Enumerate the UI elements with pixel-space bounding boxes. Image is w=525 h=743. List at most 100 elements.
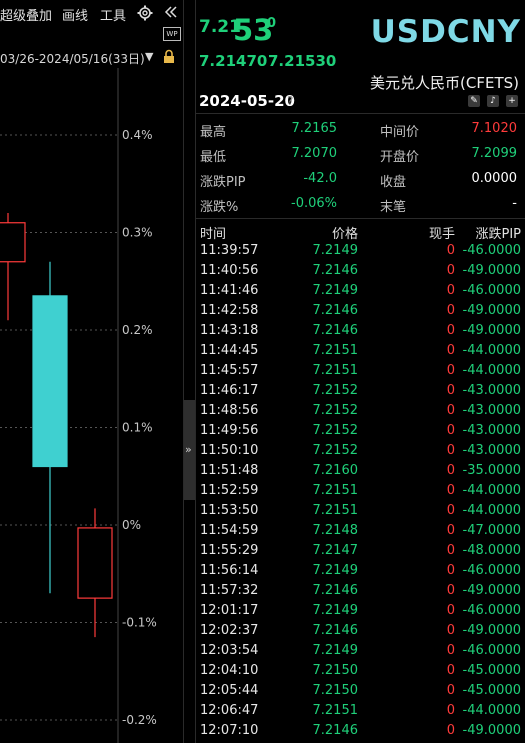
tick-volume: 0 — [446, 523, 455, 538]
candlestick-chart[interactable]: 0.4% 0.3% 0.2% 0.1% 0% -0.1% -0.2% — [0, 68, 183, 743]
tick-row[interactable]: 12:04:10 7.2150 0 -45.0000 — [196, 661, 525, 681]
tick-row[interactable]: 12:05:44 7.2150 0 -45.0000 — [196, 681, 525, 701]
gear-icon[interactable] — [137, 5, 153, 21]
tick-row[interactable]: 11:54:59 7.2148 0 -47.0000 — [196, 521, 525, 541]
draw-line-button[interactable]: 画线 — [62, 5, 88, 24]
symbol-code: USDCNY — [370, 14, 521, 50]
tick-time: 11:51:48 — [200, 463, 259, 478]
tick-price: 7.2149 — [312, 243, 359, 258]
tick-volume: 0 — [446, 403, 455, 418]
tick-row[interactable]: 12:07:10 7.2146 0 -49.0000 — [196, 721, 525, 741]
tick-time: 12:03:54 — [200, 643, 259, 658]
tick-volume: 0 — [446, 703, 455, 718]
stat-value: 7.1020 — [471, 121, 518, 136]
tick-row[interactable]: 11:56:14 7.2149 0 -46.0000 — [196, 561, 525, 581]
tick-row[interactable]: 11:57:32 7.2146 0 -49.0000 — [196, 581, 525, 601]
bell-icon[interactable]: ♪ — [487, 95, 499, 107]
tick-volume: 0 — [446, 643, 455, 658]
tick-pip: -43.0000 — [462, 403, 521, 418]
date-range-text[interactable]: 03/26-2024/05/16(33日) — [0, 50, 145, 67]
tick-price: 7.2146 — [312, 303, 359, 318]
tick-volume: 0 — [446, 323, 455, 338]
tick-row[interactable]: 11:48:56 7.2152 0 -43.0000 — [196, 401, 525, 421]
tick-row[interactable]: 11:53:50 7.2151 0 -44.0000 — [196, 501, 525, 521]
pane-divider[interactable] — [183, 0, 196, 743]
stat-value: 0.0000 — [471, 171, 518, 186]
col-price: 价格 — [331, 227, 358, 242]
tick-row[interactable]: 12:06:47 7.2151 0 -44.0000 — [196, 701, 525, 721]
tick-row[interactable]: 11:49:56 7.2152 0 -43.0000 — [196, 421, 525, 441]
y-tick-label: -0.1% — [122, 616, 157, 630]
tick-row[interactable]: 11:45:57 7.2151 0 -44.0000 — [196, 361, 525, 381]
tick-row[interactable]: 11:41:46 7.2149 0 -46.0000 — [196, 281, 525, 301]
tick-time: 11:41:46 — [200, 283, 259, 298]
tick-time: 11:54:59 — [200, 523, 259, 538]
add-icon[interactable]: + — [506, 95, 518, 107]
tick-volume: 0 — [446, 503, 455, 518]
tick-price: 7.2152 — [312, 423, 359, 438]
ask-price: 7.21530 — [268, 52, 337, 70]
edit-icon[interactable]: ✎ — [468, 95, 480, 107]
tick-pip: -44.0000 — [462, 703, 521, 718]
tools-button[interactable]: 工具 — [100, 5, 126, 24]
tick-row[interactable]: 11:40:56 7.2146 0 -49.0000 — [196, 261, 525, 281]
tick-price: 7.2151 — [312, 483, 359, 498]
tick-row[interactable]: 12:01:17 7.2149 0 -46.0000 — [196, 601, 525, 621]
tick-row[interactable]: 11:51:48 7.2160 0 -35.0000 — [196, 461, 525, 481]
tick-row[interactable]: 12:02:37 7.2146 0 -49.0000 — [196, 621, 525, 641]
tick-volume: 0 — [446, 343, 455, 358]
tick-volume: 0 — [446, 663, 455, 678]
lock-icon[interactable] — [162, 49, 176, 64]
tick-row[interactable]: 11:42:58 7.2146 0 -49.0000 — [196, 301, 525, 321]
dropdown-arrow-icon[interactable]: ▼ — [145, 50, 153, 63]
tick-row[interactable]: 11:44:45 7.2151 0 -44.0000 — [196, 341, 525, 361]
col-volume: 现手 — [428, 227, 455, 242]
expand-chevron-icon[interactable]: » — [185, 443, 192, 456]
tick-row[interactable]: 12:03:54 7.2149 0 -46.0000 — [196, 641, 525, 661]
tick-time: 12:05:44 — [200, 683, 259, 698]
tick-time: 12:06:47 — [200, 703, 259, 718]
candle-body[interactable] — [0, 222, 26, 263]
stat-value: -42.0 — [303, 171, 337, 186]
candle-body[interactable] — [77, 527, 113, 599]
tick-row[interactable]: 11:52:59 7.2151 0 -44.0000 — [196, 481, 525, 501]
double-chevron-left-icon[interactable] — [163, 4, 179, 20]
tick-price: 7.2149 — [312, 643, 359, 658]
separator — [196, 113, 525, 114]
tick-pip: -46.0000 — [462, 243, 521, 258]
overlay-button[interactable]: 超级叠加 — [0, 5, 52, 24]
tick-time: 11:43:18 — [200, 323, 259, 338]
candle-body[interactable] — [32, 295, 68, 468]
tick-row[interactable]: 11:55:29 7.2147 0 -48.0000 — [196, 541, 525, 561]
ticks-list[interactable]: 11:39:57 7.2149 0 -46.0000 11:40:56 7.2146 0 -4… — [196, 241, 525, 741]
tick-volume: 0 — [446, 563, 455, 578]
tick-row[interactable]: 11:50:10 7.2152 0 -43.0000 — [196, 441, 525, 461]
stat-label: 最低 — [200, 150, 227, 165]
tick-time: 12:02:37 — [200, 623, 259, 638]
tick-pip: -49.0000 — [462, 303, 521, 318]
tick-pip: -46.0000 — [462, 283, 521, 298]
tick-volume: 0 — [446, 283, 455, 298]
tick-price: 7.2146 — [312, 263, 359, 278]
tick-volume: 0 — [446, 463, 455, 478]
help-icon[interactable]: ? — [287, 94, 293, 108]
tick-pip: -45.0000 — [462, 683, 521, 698]
tick-row[interactable]: 11:43:18 7.2146 0 -49.0000 — [196, 321, 525, 341]
tick-pip: -43.0000 — [462, 423, 521, 438]
tick-pip: -44.0000 — [462, 363, 521, 378]
tick-volume: 0 — [446, 623, 455, 638]
tick-pip: -49.0000 — [462, 623, 521, 638]
tick-pip: -35.0000 — [462, 463, 521, 478]
tick-pip: -49.0000 — [462, 323, 521, 338]
chart-pane[interactable]: 超级叠加 画线 工具 WP 03/26-2024/05/16(33日) ▼ 0.… — [0, 0, 183, 743]
separator — [196, 218, 525, 219]
stat-value: 7.2070 — [291, 146, 338, 161]
stat-label: 涨跌PIP — [200, 175, 246, 190]
wp-badge[interactable]: WP — [163, 27, 181, 41]
tick-price: 7.2149 — [312, 563, 359, 578]
app-window: 超级叠加 画线 工具 WP 03/26-2024/05/16(33日) ▼ 0.… — [0, 0, 525, 743]
tick-price: 7.2149 — [312, 283, 359, 298]
tick-row[interactable]: 11:46:17 7.2152 0 -43.0000 — [196, 381, 525, 401]
stat-value: - — [512, 196, 517, 211]
tick-row[interactable]: 11:39:57 7.2149 0 -46.0000 — [196, 241, 525, 261]
